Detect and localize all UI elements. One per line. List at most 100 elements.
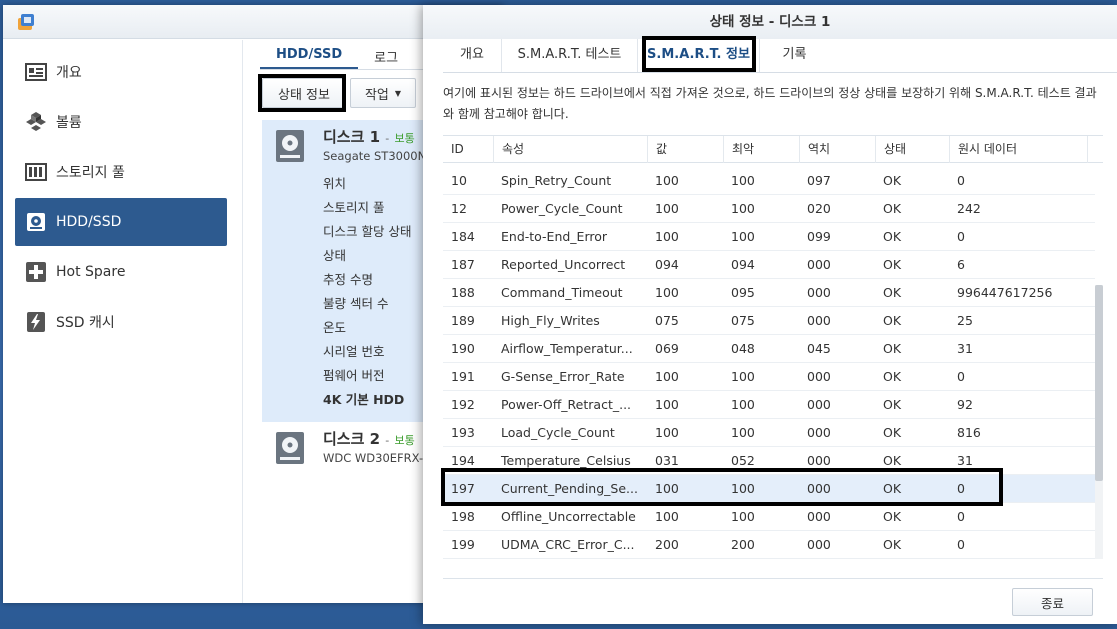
sidebar-item-hdd-ssd[interactable]: HDD/SSD: [15, 198, 227, 246]
column-header-attribute[interactable]: 속성: [493, 136, 647, 163]
table-row[interactable]: 190 Airflow_Temperatur... 069 048 045 OK 31: [443, 335, 1095, 363]
cell-raw-data: 92: [957, 397, 973, 412]
tab-hdd-ssd[interactable]: HDD/SSD: [260, 40, 359, 69]
column-header-value[interactable]: 값: [647, 136, 723, 163]
table-header: ID 속성 값 최악 역치 상태 원시 데이터: [443, 135, 1103, 163]
scrollbar-thumb[interactable]: [1095, 285, 1103, 481]
table-row[interactable]: 193 Load_Cycle_Count 100 100 000 OK 816: [443, 419, 1095, 447]
cell-worst: 100: [731, 397, 755, 412]
column-header-id[interactable]: ID: [443, 136, 493, 163]
sidebar-item-overview[interactable]: 개요: [15, 48, 227, 96]
cell-id: 184: [451, 229, 475, 244]
cell-status: OK: [883, 201, 902, 216]
sidebar-item-label: HDD/SSD: [56, 214, 122, 230]
cell-status: OK: [883, 229, 902, 244]
table-row[interactable]: 184 End-to-End_Error 100 100 099 OK 0: [443, 223, 1095, 251]
cell-id: 12: [451, 201, 467, 216]
cell-threshold: 099: [807, 229, 831, 244]
cell-worst: 100: [731, 201, 755, 216]
cell-value: 100: [655, 229, 679, 244]
cell-id: 193: [451, 425, 475, 440]
table-row[interactable]: 192 Power-Off_Retract_... 100 100 000 OK 92: [443, 391, 1095, 419]
disk-status: 보통: [394, 434, 415, 447]
cell-worst: 100: [731, 509, 755, 524]
cell-attribute: Temperature_Celsius: [501, 453, 631, 468]
table-row[interactable]: 198 Offline_Uncorrectable 100 100 000 OK 0: [443, 503, 1095, 531]
cell-attribute: Command_Timeout: [501, 285, 623, 300]
prop-temperature: 온도: [323, 320, 347, 335]
table-row[interactable]: 189 High_Fly_Writes 075 075 000 OK 25: [443, 307, 1095, 335]
cell-threshold: 000: [807, 453, 831, 468]
tab-log[interactable]: 로그: [358, 40, 414, 69]
cell-value: 100: [655, 369, 679, 384]
disk-separator: -: [385, 132, 390, 145]
cell-worst: 100: [731, 173, 755, 188]
sidebar-item-storage-pool[interactable]: 스토리지 풀: [15, 148, 227, 196]
table-row[interactable]: 12 Power_Cycle_Count 100 100 020 OK 242: [443, 195, 1095, 223]
cell-raw-data: 0: [957, 229, 965, 244]
prop-health-status: 상태: [323, 248, 347, 263]
cell-threshold: 000: [807, 257, 831, 272]
cell-attribute: End-to-End_Error: [501, 229, 608, 244]
storage-manager-logo-icon: [18, 14, 34, 30]
status-info-button[interactable]: 상태 정보: [262, 78, 346, 108]
cell-value: 200: [655, 537, 679, 552]
table-body: 10 Spin_Retry_Count 100 100 097 OK 0 12 Power_Cy…: [443, 167, 1095, 559]
table-row[interactable]: 194 Temperature_Celsius 031 052 000 OK 31: [443, 447, 1095, 475]
disk-status: 보통: [394, 132, 415, 145]
cell-id: 191: [451, 369, 475, 384]
cell-id: 10: [451, 173, 467, 188]
cell-value: 100: [655, 201, 679, 216]
cell-raw-data: 25: [957, 313, 973, 328]
table-row[interactable]: 10 Spin_Retry_Count 100 100 097 OK 0: [443, 167, 1095, 195]
cell-value: 100: [655, 285, 679, 300]
cell-raw-data: 31: [957, 341, 973, 356]
sidebar-item-ssd-cache[interactable]: SSD 캐시: [15, 298, 227, 346]
prop-serial-number: 시리얼 번호: [323, 344, 385, 359]
close-button[interactable]: 종료: [1012, 588, 1093, 616]
table-row[interactable]: 199 UDMA_CRC_Error_C... 200 200 000 OK 0: [443, 531, 1095, 559]
sidebar-item-label: 스토리지 풀: [56, 165, 125, 181]
table-row[interactable]: 188 Command_Timeout 100 095 000 OK 99644761725…: [443, 279, 1095, 307]
cell-threshold: 000: [807, 313, 831, 328]
cell-id: 194: [451, 453, 475, 468]
dialog-title: 상태 정보 - 디스크 1: [423, 5, 1117, 39]
sidebar-item-volume[interactable]: 볼륨: [15, 98, 227, 146]
table-row[interactable]: 191 G-Sense_Error_Rate 100 100 000 OK 0: [443, 363, 1095, 391]
cell-raw-data: 242: [957, 201, 981, 216]
cell-id: 198: [451, 509, 475, 524]
table-row[interactable]: 197 Current_Pending_Se... 100 100 000 OK 0: [443, 475, 1095, 503]
cell-status: OK: [883, 341, 902, 356]
column-header-threshold[interactable]: 역치: [799, 136, 875, 163]
cell-attribute: Spin_Retry_Count: [501, 173, 612, 188]
ssd-cache-icon: [27, 312, 45, 332]
action-button[interactable]: 작업 ▼: [350, 78, 416, 108]
cell-raw-data: 0: [957, 537, 965, 552]
cell-value: 100: [655, 173, 679, 188]
table-row[interactable]: 187 Reported_Uncorrect 094 094 000 OK 6: [443, 251, 1095, 279]
cell-raw-data: 996447617256: [957, 285, 1053, 300]
cell-worst: 100: [731, 425, 755, 440]
column-header-worst[interactable]: 최악: [723, 136, 799, 163]
column-header-raw-data[interactable]: 원시 데이터: [949, 136, 1087, 163]
cell-threshold: 000: [807, 397, 831, 412]
tab-history[interactable]: 기록: [759, 39, 829, 72]
column-header-status[interactable]: 상태: [875, 136, 949, 163]
cell-status: OK: [883, 397, 902, 412]
tab-smart-info[interactable]: S.M.A.R.T. 정보: [637, 39, 759, 72]
column-header-spacer: [1087, 136, 1103, 163]
cell-value: 075: [655, 313, 679, 328]
hard-disk-icon: [276, 130, 304, 162]
cell-id: 197: [451, 481, 475, 496]
tab-smart-test[interactable]: S.M.A.R.T. 테스트: [501, 39, 637, 72]
disk-name: 디스크 1: [323, 128, 381, 146]
cell-raw-data: 816: [957, 425, 981, 440]
cell-raw-data: 6: [957, 257, 965, 272]
sidebar-item-hot-spare[interactable]: Hot Spare: [15, 248, 227, 296]
cell-worst: 075: [731, 313, 755, 328]
caret-down-icon: ▼: [394, 88, 402, 98]
cell-status: OK: [883, 313, 902, 328]
tab-overview[interactable]: 개요: [443, 39, 501, 72]
cell-worst: 052: [731, 453, 755, 468]
cell-raw-data: 0: [957, 173, 965, 188]
